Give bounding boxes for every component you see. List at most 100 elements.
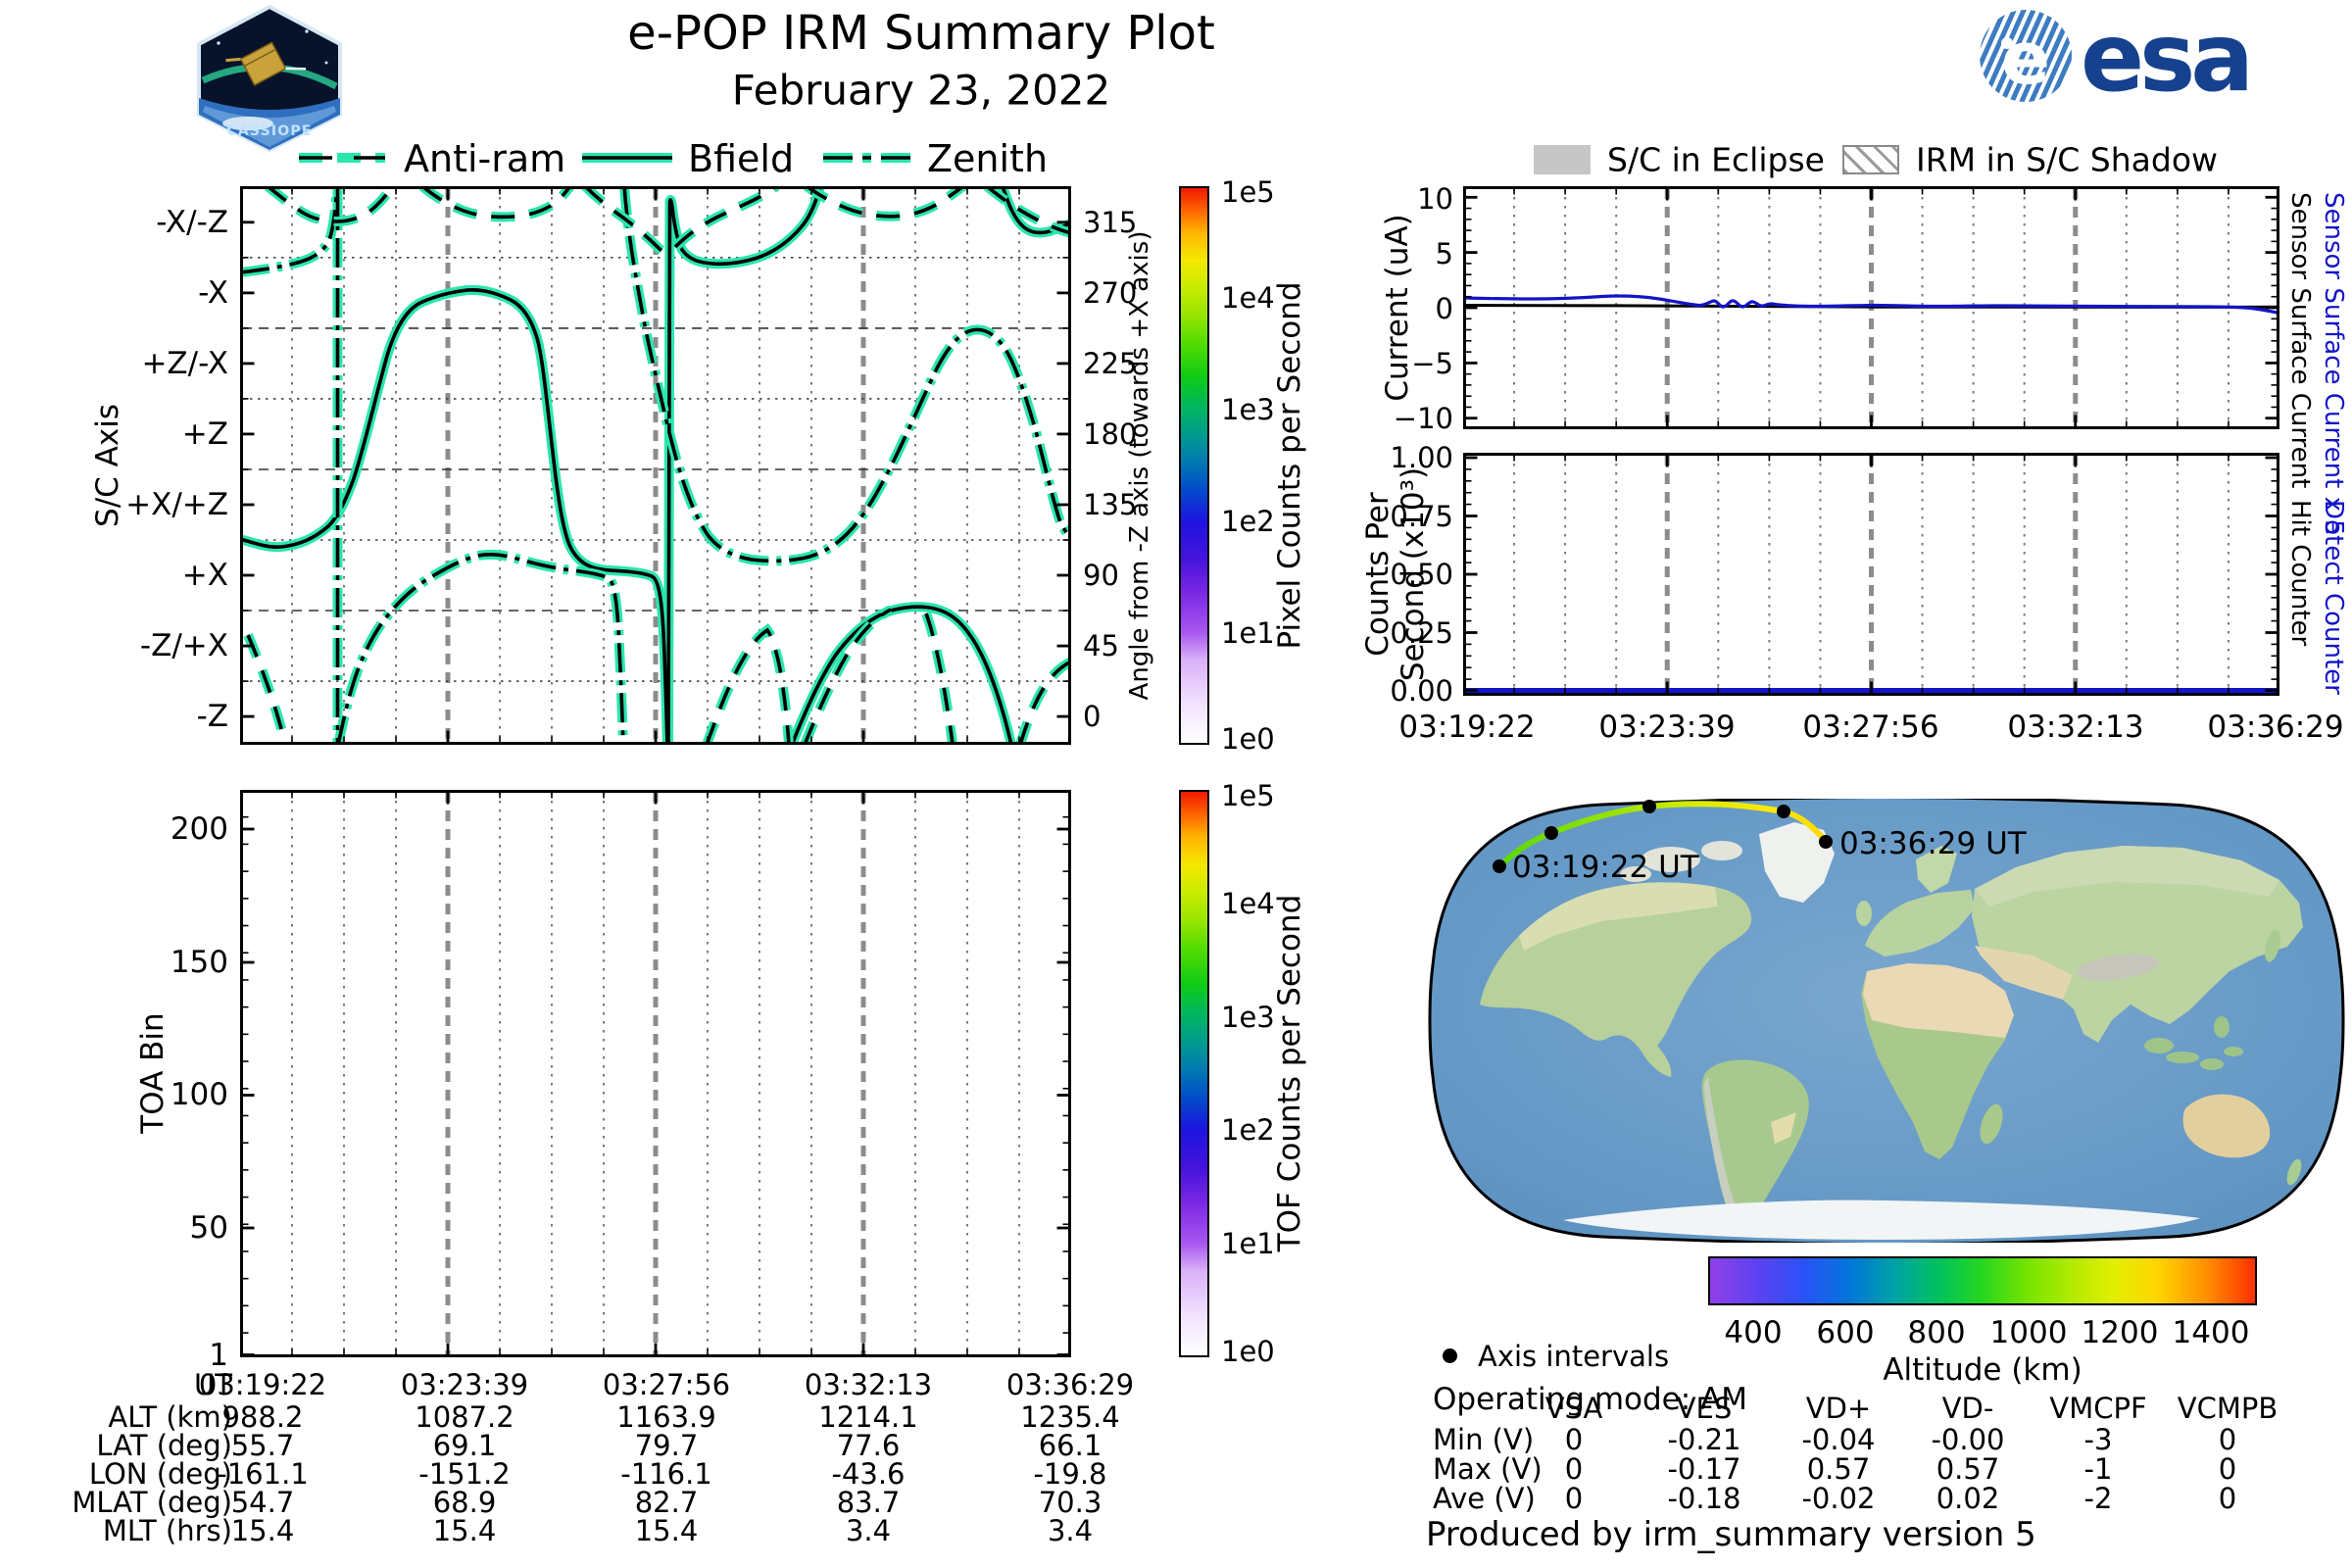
sc-axis-ylabel: S/C Axis: [90, 404, 125, 527]
plot-grid: [1513, 455, 2230, 694]
angle-tick: 90: [1083, 559, 1119, 592]
sc-axis-tick: -Z/+X: [139, 628, 228, 663]
tof-colorbar: [1179, 790, 1209, 1357]
alt-tick: 1000: [1989, 1315, 2068, 1350]
svg-text:e: e: [2001, 17, 2050, 101]
voltage-cell: -0.21: [1667, 1423, 1741, 1456]
alt-tick: 1200: [2081, 1315, 2159, 1350]
current-ylabel: Current (uA): [1380, 214, 1415, 402]
cbar-tick: 1e4: [1221, 887, 1275, 920]
time-tick: 03:23:39: [1598, 710, 1736, 745]
counts-tick: 0.50: [1390, 558, 1453, 591]
counts-tick: 0.25: [1390, 616, 1453, 650]
counts-right-label-blue: Detect Counter: [2319, 500, 2348, 695]
cbar-tick: 1e1: [1221, 616, 1275, 650]
legend-bfield-label: Bfield: [688, 137, 795, 180]
current-tick: −10: [1393, 402, 1453, 435]
angle-tick: 45: [1083, 629, 1119, 662]
current-tick: 10: [1417, 182, 1453, 216]
altitude-label: Altitude (km): [1883, 1352, 2082, 1388]
current-right-label-blue: Sensor Surface Current x 5: [2319, 192, 2348, 536]
legend-antiram-label: Anti-ram: [404, 137, 566, 180]
toa-tick: 100: [170, 1077, 228, 1112]
current-tick: −5: [1411, 347, 1453, 380]
current-right-label-black: Sensor Surface Current: [2285, 192, 2315, 489]
tof-colorbar-label: TOF Counts per Second: [1272, 894, 1307, 1252]
pixel-colorbar-label: Pixel Counts per Second: [1272, 281, 1307, 650]
track-end-label: 03:36:29 UT: [1839, 826, 2028, 861]
toa-bin-plot: [240, 790, 1071, 1357]
toa-tick: 200: [170, 811, 228, 847]
voltage-cell: -0.17: [1667, 1452, 1741, 1486]
ephemeris-cell: 3.4: [845, 1514, 892, 1547]
ephemeris-cell: 03:32:13: [804, 1368, 933, 1401]
alt-tick: 400: [1724, 1315, 1783, 1350]
plot-grid: [291, 792, 1020, 1355]
voltage-cell: -0.18: [1667, 1482, 1741, 1515]
cbar-tick: 1e3: [1221, 393, 1275, 426]
ephemeris-cell: 15.4: [432, 1514, 497, 1547]
ephemeris-cell: 15.4: [634, 1514, 699, 1547]
eclipse-label: S/C in Eclipse: [1607, 140, 1825, 179]
angle-axis-label: Angle from -Z axis (towards +X axis): [1125, 230, 1154, 701]
voltage-header: VES: [1676, 1392, 1733, 1425]
produced-by: Produced by irm_summary version 5: [1426, 1515, 2036, 1554]
legend-bfield-sample: [582, 153, 672, 163]
pixel-colorbar: [1179, 186, 1209, 745]
toa-ylabel: TOA Bin: [135, 1012, 171, 1134]
toa-tick: 150: [170, 945, 228, 980]
ephemeris-cell: 03:36:29: [1005, 1368, 1135, 1401]
time-tick: 03:19:22: [1398, 710, 1536, 745]
time-tick: 03:32:13: [2007, 710, 2144, 745]
current-tick: 5: [1435, 237, 1453, 270]
alt-tick: 600: [1816, 1315, 1875, 1350]
alt-tick: 1400: [2172, 1315, 2250, 1350]
legend-zenith-label: Zenith: [927, 137, 1049, 180]
current-plot: [1463, 186, 2279, 429]
counts-tick: 0.75: [1390, 500, 1453, 533]
cbar-tick: 1e3: [1221, 1001, 1275, 1034]
axis-intervals-label: Axis intervals: [1478, 1340, 1670, 1373]
esa-logo: e esa: [1980, 6, 2254, 106]
voltage-header: VCMPB: [2177, 1392, 2278, 1425]
sc-axis-tick: +X: [181, 558, 228, 593]
voltage-cell: 0: [2218, 1482, 2237, 1515]
sc-axis-tick: -Z: [196, 699, 228, 734]
ephemeris-cell: 15.4: [230, 1514, 295, 1547]
patch-title: CASSIOPE: [226, 123, 312, 139]
sc-axis-plot: [240, 186, 1071, 745]
legend-zenith-sample: [823, 153, 913, 163]
current-tick: 0: [1435, 292, 1453, 325]
page-date: February 23, 2022: [731, 66, 1111, 115]
esa-wordmark: esa: [2081, 6, 2249, 106]
sc-axis-tick: +Z/-X: [141, 346, 228, 381]
shadow-label: IRM in S/C Shadow: [1916, 140, 2219, 179]
counts-tick: 1.00: [1390, 441, 1453, 474]
ephemeris-cell: 03:23:39: [400, 1368, 529, 1401]
antiram-curve: [248, 186, 1071, 745]
voltage-cell: 0: [2218, 1452, 2237, 1486]
counts-right-label-black: Hit Counter: [2285, 500, 2315, 647]
shadow-swatch: [1842, 145, 1899, 174]
ephemeris-cell: 3.4: [1047, 1514, 1094, 1547]
time-tick: 03:36:29: [2207, 710, 2344, 745]
cbar-tick: 1e2: [1221, 1113, 1275, 1147]
summary-plot-page: CASSIOPE e-POP IRM Summary Plot February…: [0, 0, 2352, 1568]
ephemeris-cell: 03:27:56: [602, 1368, 731, 1401]
cbar-tick: 1e0: [1221, 1335, 1275, 1368]
cassiope-mission-patch: CASSIOPE: [197, 4, 342, 153]
sc-axis-tick: -X/-Z: [156, 205, 228, 240]
cbar-tick: 1e4: [1221, 281, 1275, 315]
altitude-colorbar: [1708, 1256, 2257, 1305]
track-start-label: 03:19:22 UT: [1512, 850, 1700, 885]
ground-track-map: 03:19:22 UT 03:36:29 UT: [1428, 799, 2345, 1243]
axis-intervals-dot: [1443, 1348, 1457, 1363]
legend-antiram-sample: [299, 153, 385, 163]
sc-axis-tick: -X: [198, 275, 228, 311]
counts-tick: 0.00: [1390, 674, 1453, 708]
cbar-tick: 1e0: [1221, 722, 1275, 756]
cbar-tick: 1e5: [1221, 779, 1275, 812]
page-title: e-POP IRM Summary Plot: [627, 6, 1215, 61]
cbar-tick: 1e1: [1221, 1227, 1275, 1260]
toa-tick: 50: [189, 1210, 228, 1246]
